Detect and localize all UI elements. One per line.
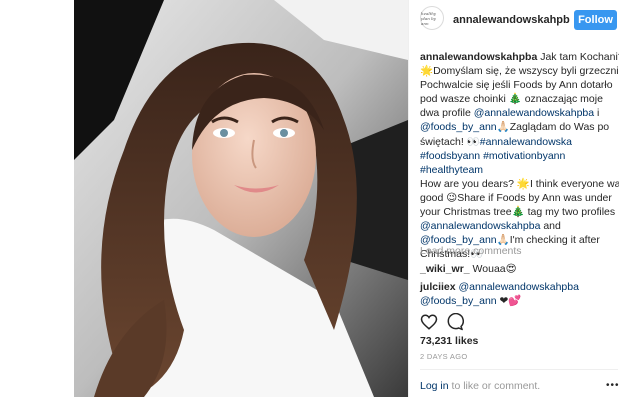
load-more-comments[interactable]: Load more comments <box>420 245 522 257</box>
caption-text: I'm checking it after <box>509 234 600 247</box>
caption-text: Zaglądam do Was po <box>509 121 610 134</box>
comment-bar-text: to like or comment. <box>448 380 541 392</box>
likes-count[interactable]: 73,231 likes <box>420 335 478 347</box>
avatar-logo-text: healthy plan by ann <box>421 10 437 26</box>
comment-item: _wiki_wr_ Wouaa😍 <box>420 262 517 276</box>
hashtag-link[interactable]: #annalewandowska <box>480 136 572 148</box>
mention-link[interactable]: @annalewandowskahpba <box>420 220 540 232</box>
post-photo[interactable] <box>74 0 408 397</box>
follow-button[interactable]: Follow <box>574 10 617 30</box>
mention-link[interactable]: @annalewandowskahpba <box>456 281 579 293</box>
post-sidebar: healthy plan by ann annalewandowskahpb F… <box>408 0 619 397</box>
hashtag-link[interactable]: #motivationbyann <box>483 150 565 162</box>
mention-link[interactable]: @foods_by_ann <box>420 295 497 307</box>
action-bar <box>420 313 619 331</box>
caption-text: pod wasze choinki 🎄 oznaczając moje <box>420 93 603 106</box>
caption-text: your Christmas tree🎄 tag my two profiles <box>420 206 616 219</box>
caption-text: good 😉Share if Foods by Ann was under <box>420 191 612 204</box>
comment-username[interactable]: julciiex <box>420 281 456 293</box>
caption-text: and <box>540 220 561 233</box>
hashtag-link[interactable]: #foodsbyann <box>420 150 480 162</box>
heart-icon[interactable] <box>420 313 438 331</box>
avatar[interactable]: healthy plan by ann <box>420 6 444 30</box>
more-options-icon[interactable]: ••• <box>606 380 619 391</box>
caption-text: dwa profile <box>420 107 474 120</box>
post-date[interactable]: 2 DAYS AGO <box>420 352 467 361</box>
caption-text: Pochwalcie się jeśli Foods by Ann dotarł… <box>420 79 613 92</box>
caption-text: świętach! 👀 <box>420 135 480 148</box>
post-caption: annalewandowskahpba Jak tam Kochani? 🌟Do… <box>420 50 619 261</box>
caption-username[interactable]: annalewandowskahpba <box>420 51 537 63</box>
caption-text: 🌟Domyślam się, że wszyscy byli grzeczni … <box>420 65 619 78</box>
comment-bar: Log in to like or comment. <box>420 380 540 392</box>
hashtag-link[interactable]: #healthyteam <box>420 164 483 176</box>
caption-text: i <box>594 107 600 120</box>
comment-text: Wouaa😍 <box>469 263 517 275</box>
comment-bubble-icon[interactable] <box>446 313 464 331</box>
divider <box>420 369 618 370</box>
header-username[interactable]: annalewandowskahpb <box>453 14 570 26</box>
caption-text: How are you dears? 🌟I think everyone was <box>420 177 619 190</box>
comment-text: ❤💕 <box>496 295 522 307</box>
mention-link[interactable]: @annalewandowskahpba <box>474 107 594 119</box>
login-link[interactable]: Log in <box>420 380 449 392</box>
comment-username[interactable]: _wiki_wr_ <box>420 263 470 275</box>
caption-text: Jak tam Kochani? <box>537 51 619 63</box>
post-header: healthy plan by ann annalewandowskahpb F… <box>409 0 619 44</box>
comment-item: julciiex @annalewandowskahpba @foods_by_… <box>420 280 579 308</box>
mention-link[interactable]: @foods_by_ann <box>420 121 497 133</box>
pray-emoji: 🙏🏻 <box>496 121 510 134</box>
